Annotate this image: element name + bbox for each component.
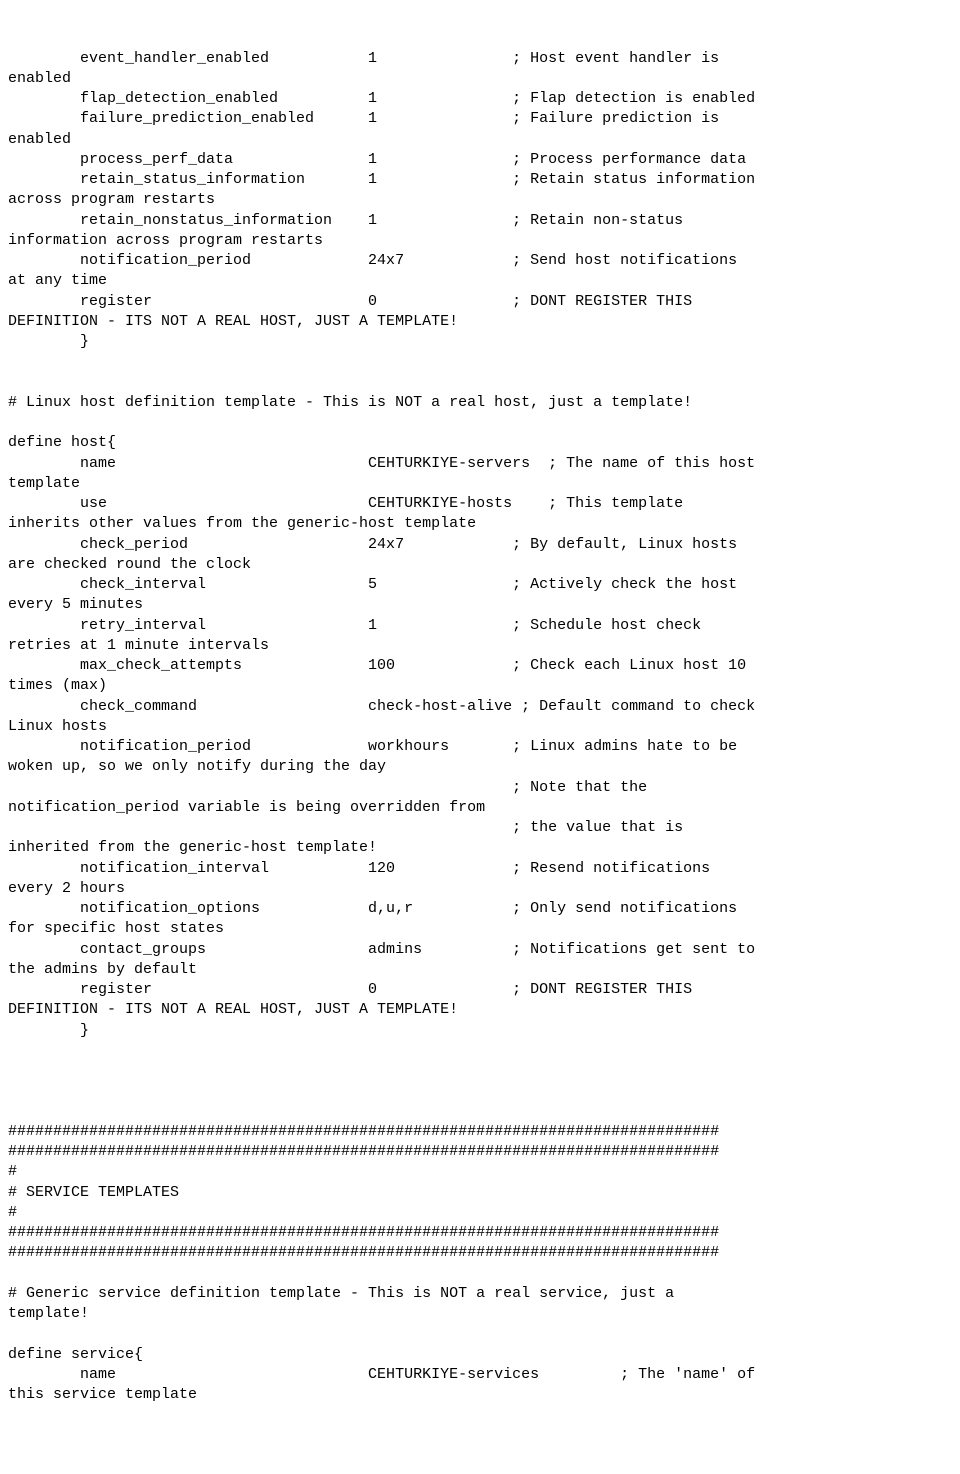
config-text: event_handler_enabled 1 ; Host event han… — [8, 49, 952, 1406]
